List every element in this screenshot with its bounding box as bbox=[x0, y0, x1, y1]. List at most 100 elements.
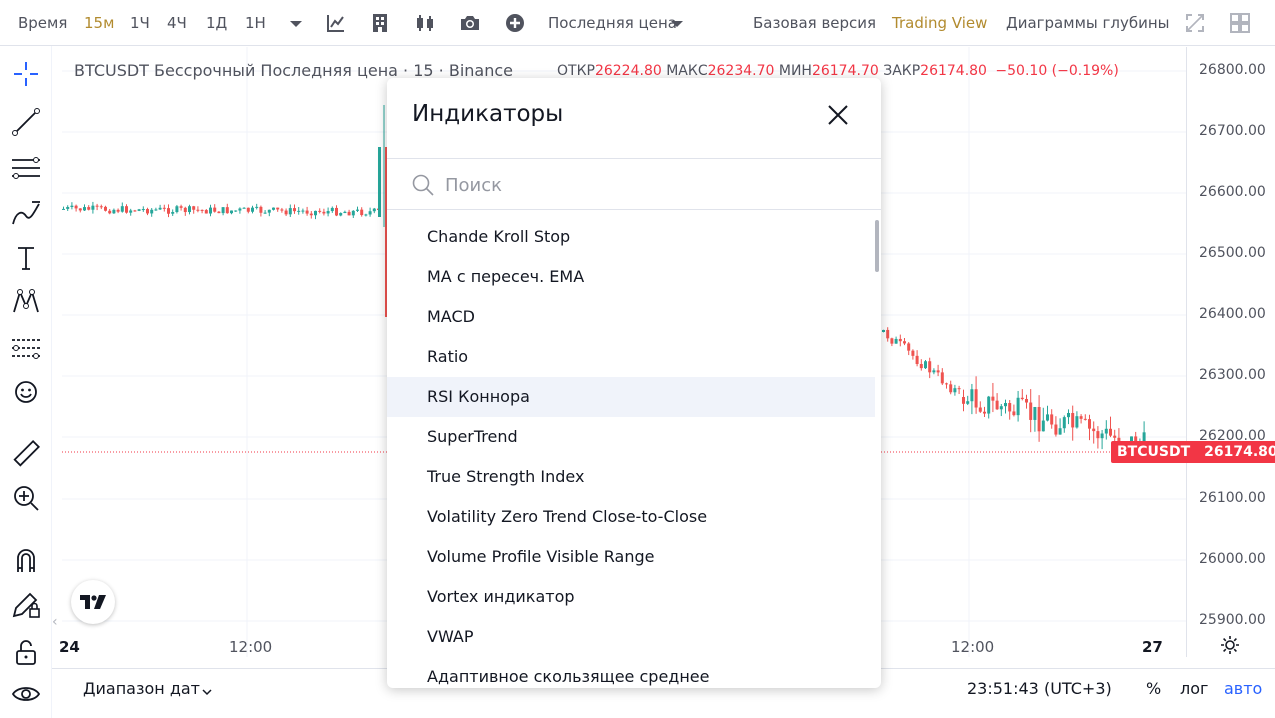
emoji-icon[interactable] bbox=[10, 376, 42, 408]
candle-body bbox=[200, 209, 204, 211]
candle-body bbox=[999, 406, 1003, 410]
candle-body bbox=[322, 211, 326, 214]
templates-icon[interactable] bbox=[369, 12, 391, 34]
price-type-select[interactable]: Последняя цена bbox=[548, 13, 677, 33]
indicator-item[interactable]: RSI Коннора bbox=[387, 377, 875, 417]
price-tick: 26300.00 bbox=[1199, 367, 1266, 383]
candle-body bbox=[1054, 424, 1058, 435]
candle-body bbox=[945, 383, 948, 385]
price-tick: 26000.00 bbox=[1199, 551, 1266, 567]
candle-body bbox=[221, 207, 225, 214]
candle-body bbox=[911, 350, 915, 356]
base-version-link[interactable]: Базовая версия bbox=[753, 13, 876, 33]
candle-body bbox=[907, 343, 911, 351]
chevron-down-icon[interactable] bbox=[285, 13, 307, 35]
add-icon[interactable] bbox=[504, 12, 526, 34]
low-value: 26174.70 bbox=[811, 63, 879, 79]
price-tag-symbol: BTCUSDT bbox=[1117, 444, 1191, 460]
candle-body bbox=[890, 338, 894, 344]
text-icon[interactable] bbox=[10, 242, 42, 274]
indicator-item[interactable]: Ratio bbox=[387, 337, 875, 377]
indicator-item[interactable]: VWAP bbox=[387, 617, 875, 657]
price-scale[interactable]: 26800.00 26700.00 26600.00 26500.00 2640… bbox=[1186, 47, 1275, 657]
trading-view-link[interactable]: Trading View bbox=[892, 13, 987, 33]
tradingview-logo[interactable] bbox=[71, 580, 115, 624]
zoom-in-icon[interactable] bbox=[10, 482, 42, 514]
candle-body bbox=[953, 388, 957, 393]
candle-body bbox=[1033, 406, 1037, 420]
candle-body bbox=[1004, 403, 1007, 407]
eye-icon[interactable] bbox=[10, 678, 42, 710]
candle-body bbox=[1016, 397, 1020, 416]
interval-4h[interactable]: 4Ч bbox=[167, 13, 187, 33]
indicator-item[interactable]: MA с пересеч. EMA bbox=[387, 257, 875, 297]
candle-body bbox=[1113, 435, 1117, 438]
indicator-item[interactable]: MACD bbox=[387, 297, 875, 337]
interval-15m[interactable]: 15м bbox=[84, 13, 114, 33]
date-range-chevron-icon[interactable] bbox=[201, 683, 213, 696]
forecast-icon[interactable] bbox=[10, 334, 42, 366]
candle-body bbox=[167, 208, 170, 214]
ruler-icon[interactable] bbox=[10, 438, 42, 470]
indicator-item[interactable]: Chande Kroll Stop bbox=[387, 217, 875, 257]
interval-1h[interactable]: 1Ч bbox=[130, 13, 150, 33]
candle-body bbox=[966, 401, 970, 404]
settings-gear-icon[interactable] bbox=[1219, 634, 1241, 656]
lock-drawing-icon[interactable] bbox=[10, 588, 42, 620]
candle-body bbox=[104, 206, 107, 211]
candle-body bbox=[978, 407, 982, 412]
candle-body bbox=[378, 147, 381, 217]
indicator-item[interactable]: True Strength Index bbox=[387, 457, 875, 497]
candle-body bbox=[1029, 402, 1033, 420]
candles-icon[interactable] bbox=[414, 12, 436, 34]
candle-body bbox=[360, 209, 364, 216]
unlock-icon[interactable] bbox=[10, 636, 42, 668]
depth-charts-link[interactable]: Диаграммы глубины bbox=[1006, 13, 1170, 33]
date-range-button[interactable]: Диапазон дат bbox=[83, 679, 200, 698]
candle-body bbox=[263, 212, 267, 214]
trend-line-icon[interactable] bbox=[10, 106, 42, 138]
candle-body bbox=[1041, 420, 1045, 432]
indicators-icon[interactable] bbox=[325, 12, 347, 34]
price-tick: 26800.00 bbox=[1199, 62, 1266, 78]
percent-toggle[interactable]: % bbox=[1146, 679, 1161, 698]
price-tick: 26400.00 bbox=[1199, 306, 1266, 322]
candle-body bbox=[209, 207, 212, 214]
candle-body bbox=[288, 208, 292, 215]
candle-body bbox=[962, 397, 965, 404]
pattern-icon[interactable] bbox=[10, 286, 42, 318]
interval-1d[interactable]: 1Д bbox=[206, 13, 227, 33]
candle-body bbox=[280, 209, 284, 211]
candle-body bbox=[957, 388, 961, 390]
indicator-item[interactable]: Volume Profile Visible Range bbox=[387, 537, 875, 577]
indicator-item[interactable]: SuperTrend bbox=[387, 417, 875, 457]
indicator-item[interactable]: Vortex индикатор bbox=[387, 577, 875, 617]
price-type-chevron-icon[interactable] bbox=[666, 13, 688, 35]
close-icon[interactable] bbox=[825, 102, 851, 128]
fullscreen-icon[interactable] bbox=[1184, 12, 1206, 34]
crosshair-icon[interactable] bbox=[10, 58, 42, 90]
candle-body bbox=[305, 210, 309, 214]
list-scrollbar[interactable] bbox=[875, 220, 879, 272]
interval-1w[interactable]: 1Н bbox=[245, 13, 266, 33]
candle-body bbox=[924, 361, 927, 369]
auto-toggle[interactable]: авто bbox=[1224, 679, 1262, 698]
indicator-item[interactable]: Адаптивное скользящее среднее bbox=[387, 657, 875, 688]
magnet-icon[interactable] bbox=[10, 544, 42, 576]
indicator-item[interactable]: Volatility Zero Trend Close-to-Close bbox=[387, 497, 875, 537]
brush-icon[interactable] bbox=[10, 198, 42, 230]
clock[interactable]: 23:51:43 (UTC+3) bbox=[967, 679, 1112, 698]
candle-body bbox=[125, 206, 128, 213]
candle-body bbox=[1050, 414, 1054, 425]
scroll-left-icon[interactable]: ‹ bbox=[52, 614, 58, 630]
candle-body bbox=[1062, 417, 1066, 429]
layout-grid-icon[interactable] bbox=[1229, 12, 1251, 34]
candle-body bbox=[158, 207, 162, 210]
search-input[interactable] bbox=[445, 170, 845, 200]
log-toggle[interactable]: лог bbox=[1180, 679, 1208, 698]
candle-body bbox=[1037, 406, 1041, 432]
candle-body bbox=[940, 372, 944, 384]
time-label: Время bbox=[18, 14, 68, 32]
fib-icon[interactable] bbox=[10, 152, 42, 184]
camera-icon[interactable] bbox=[459, 12, 481, 34]
